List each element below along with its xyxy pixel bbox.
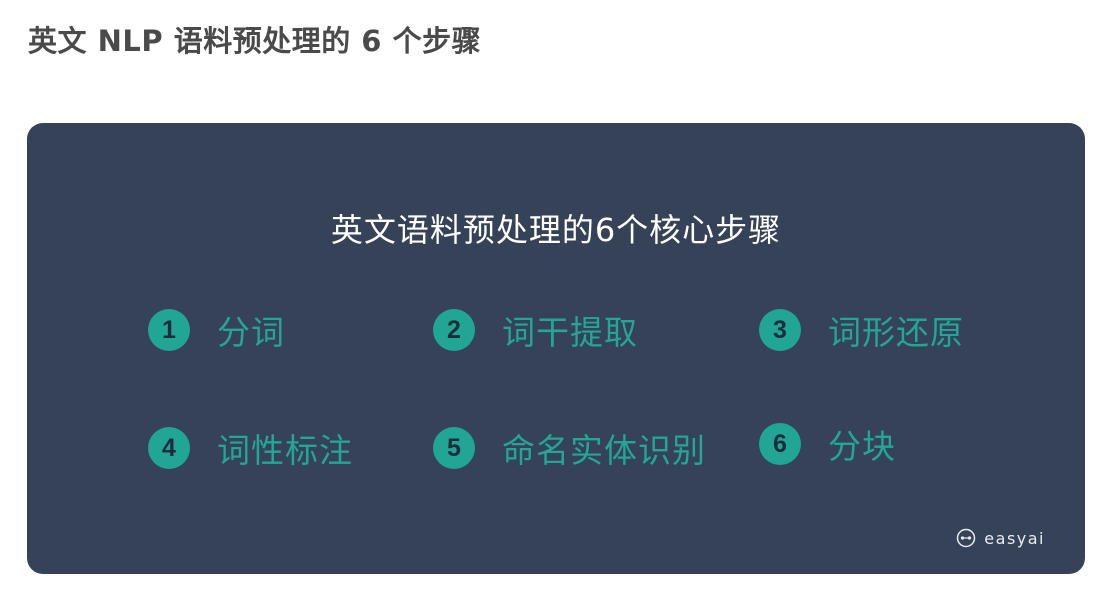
brand-watermark: easyai [956,528,1045,548]
step-label: 词性标注 [217,431,353,470]
brand-name: easyai [984,528,1045,548]
step-number-badge: 3 [759,309,801,351]
step-number-badge: 2 [433,309,475,351]
step-item-4: 4 词性标注 [148,424,353,472]
step-number-badge: 5 [433,427,475,469]
step-label: 词干提取 [502,313,638,352]
step-number-badge: 6 [759,423,801,465]
step-item-2: 2 词干提取 [433,306,638,354]
step-number-badge: 4 [148,427,190,469]
step-item-1: 1 分词 [148,306,285,354]
step-item-6: 6 分块 [759,420,896,468]
step-item-5: 5 命名实体识别 [433,424,706,472]
step-label: 分块 [828,427,896,466]
easyai-logo-icon [956,528,976,548]
step-label: 分词 [217,313,285,352]
page-title: 英文 NLP 语料预处理的 6 个步骤 [28,24,482,58]
step-number-badge: 1 [148,309,190,351]
card-title: 英文语料预处理的6个核心步骤 [330,211,782,249]
step-label: 词形还原 [828,313,964,352]
step-item-3: 3 词形还原 [759,306,964,354]
steps-card: 英文语料预处理的6个核心步骤 1 分词 2 词干提取 3 词形还原 4 词性标注… [27,123,1085,574]
step-label: 命名实体识别 [502,431,706,470]
